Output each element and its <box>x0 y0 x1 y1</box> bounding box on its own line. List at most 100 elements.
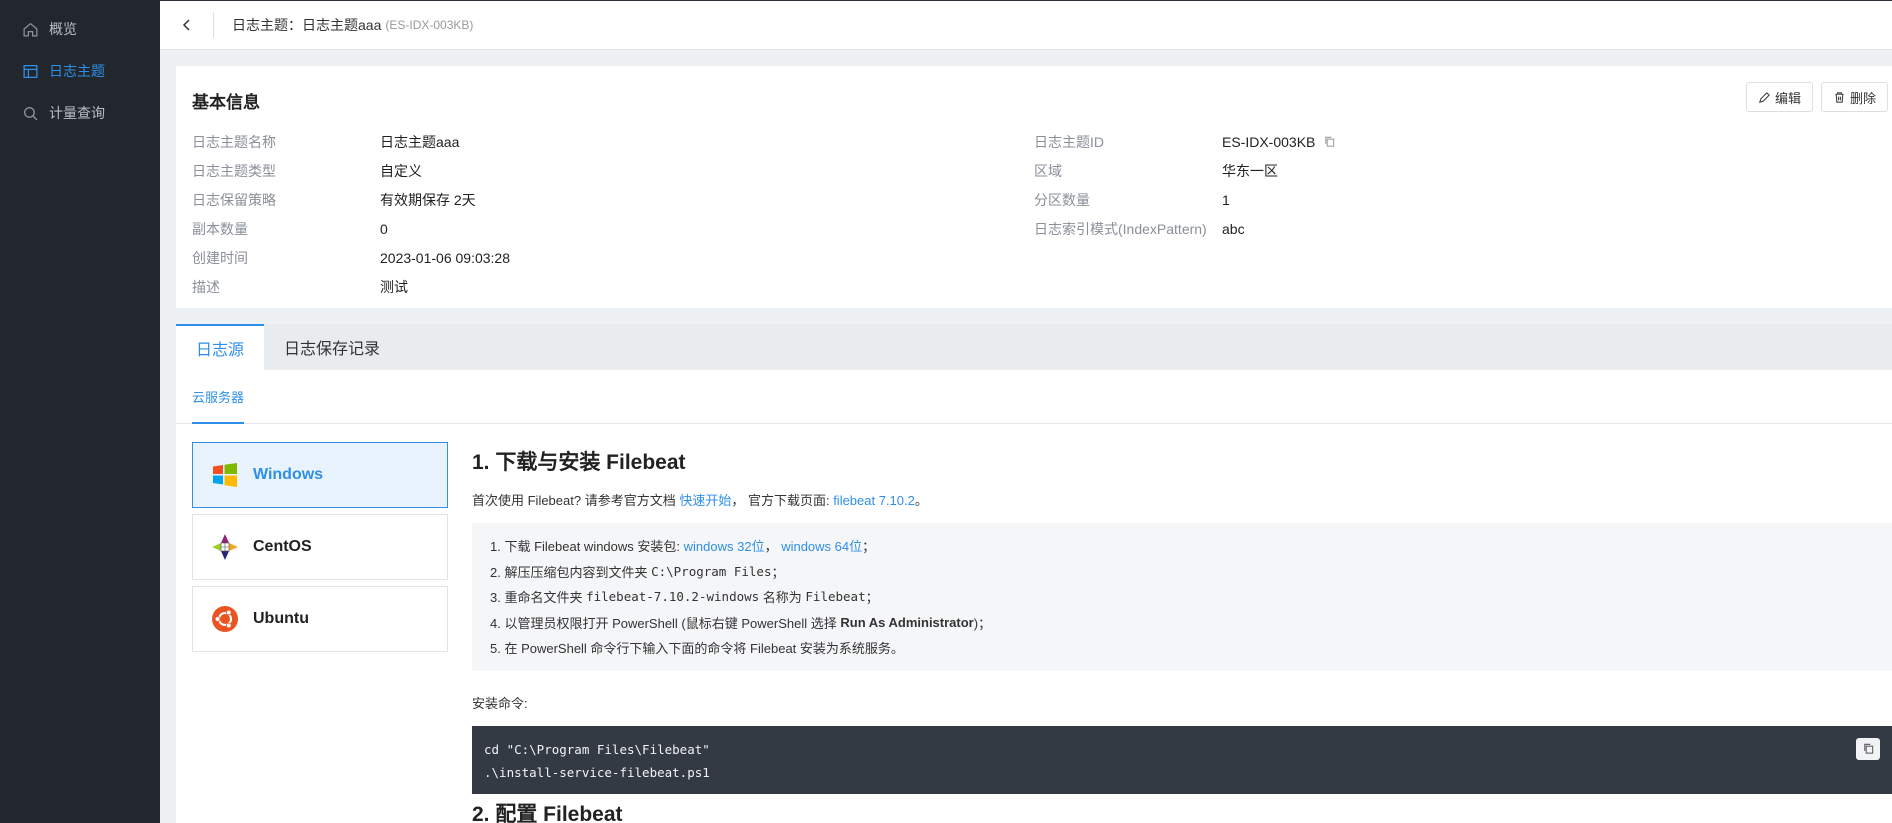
os-label: CentOS <box>253 538 312 555</box>
step-5: 5. 在 PowerShell 命令行下输入下面的命令将 Filebeat 安装… <box>490 635 1874 661</box>
info-label: 区域 <box>1034 162 1062 179</box>
info-row-region: 区域 华东一区 <box>1034 156 1876 185</box>
info-row-id: 日志主题ID ES-IDX-003KB <box>1034 127 1876 156</box>
basic-info-card: 基本信息 编辑 删除 日志主题名称 日志主题aaa 日志主题类型 自定义 日志保留策… <box>176 66 1892 308</box>
doc-intro: 首次使用 Filebeat? 请参考官方文档 快速开始， 官方下载页面: fil… <box>472 490 1892 509</box>
info-label: 日志索引模式(IndexPattern) <box>1034 220 1207 237</box>
sidebar-item-metering[interactable]: 计量查询 <box>0 92 160 134</box>
step-1: 1. 下载 Filebeat windows 安装包: windows 32位，… <box>490 533 1874 559</box>
page-header: 日志主题：日志主题aaa (ES-IDX-003KB) <box>160 0 1892 50</box>
step-code: filebeat-7.10.2-windows <box>586 589 760 605</box>
card-actions: 编辑 删除 <box>1745 82 1888 112</box>
home-icon <box>23 22 38 37</box>
code-line: .\install-service-filebeat.ps1 <box>484 764 710 780</box>
layout-icon <box>23 64 38 78</box>
filebeat-download-link[interactable]: filebeat 7.10.2 <box>833 493 915 508</box>
log-source-content: Windows CentOS Ubuntu 1. 下载与安装 Filebeat … <box>176 424 1892 823</box>
tab-log-retention-records[interactable]: 日志保存记录 <box>264 324 400 370</box>
info-label: 日志主题名称 <box>192 133 276 150</box>
step-text: ； <box>862 539 876 555</box>
page-title-id: (ES-IDX-003KB) <box>385 18 474 32</box>
back-button[interactable] <box>160 12 214 38</box>
doc-heading-1: 1. 下载与安装 Filebeat <box>472 451 686 474</box>
step-text: 1. 下载 Filebeat windows 安装包: <box>490 539 684 555</box>
install-doc: 1. 下载与安装 Filebeat 首次使用 Filebeat? 请参考官方文档… <box>472 442 1892 823</box>
step-text: 3. 重命名文件夹 <box>490 590 587 606</box>
os-item-centos[interactable]: CentOS <box>192 514 448 580</box>
info-label: 日志保留策略 <box>192 191 276 208</box>
pencil-icon <box>1759 91 1770 103</box>
topic-id-value: ES-IDX-003KB <box>1222 133 1316 150</box>
delete-label: 删除 <box>1849 90 1876 106</box>
info-value: 1 <box>1222 191 1230 208</box>
windows-32-link[interactable]: windows 32位 <box>684 536 765 555</box>
os-list: Windows CentOS Ubuntu <box>192 442 448 823</box>
ubuntu-logo-icon <box>212 606 238 632</box>
windows-logo-icon <box>213 463 237 487</box>
sidebar: 概览 日志主题 计量查询 <box>0 0 160 823</box>
sidebar-item-label: 计量查询 <box>49 105 105 121</box>
info-value: abc <box>1222 220 1245 237</box>
os-item-ubuntu[interactable]: Ubuntu <box>192 586 448 652</box>
step-text: ， <box>764 539 782 555</box>
os-item-windows[interactable]: Windows <box>192 442 448 508</box>
info-value: 有效期保存 2天 <box>380 191 476 208</box>
edit-label: 编辑 <box>1774 90 1801 106</box>
sidebar-item-overview[interactable]: 概览 <box>0 8 160 50</box>
windows-64-link[interactable]: windows 64位 <box>781 536 862 555</box>
code-line: cd "C:\Program Files\Filebeat" <box>484 741 710 757</box>
sidebar-item-label: 日志主题 <box>49 63 105 79</box>
os-label: Ubuntu <box>253 610 309 627</box>
info-value: 2023-01-06 09:03:28 <box>380 249 510 266</box>
info-value: 自定义 <box>380 162 422 179</box>
info-row-index-pattern: 日志索引模式(IndexPattern) abc <box>1034 214 1876 243</box>
info-row-replicas: 副本数量 0 <box>192 214 1034 243</box>
step-text: 5. 在 PowerShell 命令行下输入下面的命令将 Filebeat 安装… <box>490 641 904 657</box>
step-text: 名称为 <box>759 590 806 606</box>
intro-text: ， 官方下载页面: <box>731 493 834 508</box>
step-text: 4. 以管理员权限打开 PowerShell (鼠标右键 PowerShell … <box>490 615 841 631</box>
step-text: 2. 解压压缩包内容到文件夹 <box>490 564 652 580</box>
main-panel: 基本信息 编辑 删除 日志主题名称 日志主题aaa 日志主题类型 自定义 日志保留策… <box>176 66 1892 823</box>
info-column-right: 日志主题ID ES-IDX-003KB 区域 华东一区 分区数量 1 日志索引模式(… <box>1034 127 1876 301</box>
sidebar-item-label: 概览 <box>49 21 77 37</box>
quickstart-link[interactable]: 快速开始 <box>679 493 731 508</box>
info-value: 测试 <box>380 278 408 295</box>
copy-icon[interactable] <box>1323 135 1336 148</box>
install-command-label: 安装命令: <box>472 695 528 711</box>
info-value: ES-IDX-003KB <box>1222 134 1336 150</box>
info-column-left: 日志主题名称 日志主题aaa 日志主题类型 自定义 日志保留策略 有效期保存 2天 副… <box>192 127 1034 301</box>
info-label: 分区数量 <box>1034 191 1090 208</box>
step-4: 4. 以管理员权限打开 PowerShell (鼠标右键 PowerShell … <box>490 610 1874 636</box>
intro-text: 。 <box>914 493 928 508</box>
subtab-cloud-server[interactable]: 云服务器 <box>192 370 245 424</box>
info-label: 日志主题类型 <box>192 162 276 179</box>
step-text: ； <box>865 590 879 606</box>
step-text: ； <box>771 564 785 580</box>
section-title: 基本信息 <box>192 93 260 112</box>
copy-code-button[interactable] <box>1856 737 1880 760</box>
page-title: 日志主题：日志主题aaa <box>232 17 382 33</box>
info-label: 描述 <box>192 278 220 295</box>
info-row-type: 日志主题类型 自定义 <box>192 156 1034 185</box>
info-row-description: 描述 测试 <box>192 272 1034 301</box>
info-row-retention: 日志保留策略 有效期保存 2天 <box>192 185 1034 214</box>
delete-button[interactable]: 删除 <box>1820 82 1888 112</box>
info-row-partitions: 分区数量 1 <box>1034 185 1876 214</box>
subtab-bar: 云服务器 <box>176 370 1892 424</box>
step-code: C:\Program Files <box>651 563 772 579</box>
step-2: 2. 解压压缩包内容到文件夹 C:\Program Files； <box>490 559 1874 585</box>
step-text: )； <box>973 615 992 631</box>
install-command-code[interactable]: cd "C:\Program Files\Filebeat" .\install… <box>472 725 1892 794</box>
info-row-created: 创建时间 2023-01-06 09:03:28 <box>192 243 1034 272</box>
step-3: 3. 重命名文件夹 filebeat-7.10.2-windows 名称为 Fi… <box>490 584 1874 610</box>
edit-button[interactable]: 编辑 <box>1745 82 1813 112</box>
step-bold: Run As Administrator <box>840 614 974 630</box>
section-gap <box>176 308 1892 324</box>
trash-icon <box>1835 91 1844 103</box>
centos-logo-icon <box>212 534 238 560</box>
doc-heading-2: 2. 配置 Filebeat <box>472 802 623 823</box>
os-label: Windows <box>253 466 324 483</box>
tab-log-source[interactable]: 日志源 <box>176 324 265 370</box>
sidebar-item-log-topic[interactable]: 日志主题 <box>0 50 160 92</box>
